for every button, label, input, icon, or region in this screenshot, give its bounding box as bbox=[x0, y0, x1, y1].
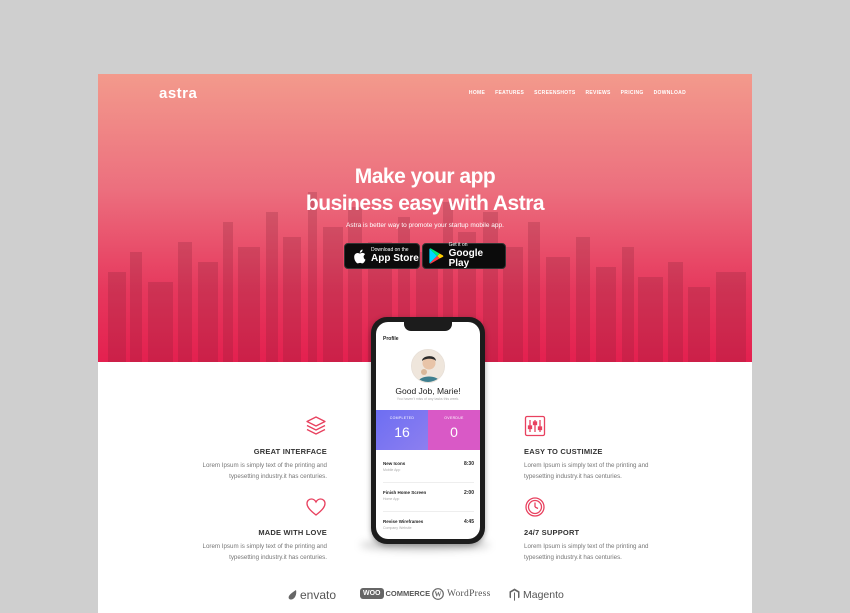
magento-m-icon bbox=[509, 588, 520, 601]
sliders-icon bbox=[524, 415, 546, 437]
feature-description: Lorem Ipsum is simply text of the printi… bbox=[202, 543, 328, 550]
nav-item-screenshots[interactable]: SCREENSHOTS bbox=[534, 90, 575, 96]
clock-icon bbox=[524, 496, 546, 518]
commerce-wordmark: COMMERCE bbox=[385, 589, 431, 598]
overdue-stat-card[interactable]: OVERDUE 0 bbox=[428, 410, 480, 450]
task-name: Revise Wireframes bbox=[383, 519, 424, 524]
task-time: 4:45 bbox=[463, 519, 474, 525]
google-play-label: Google Play bbox=[448, 248, 484, 269]
phone-mockup: Profile Good Job, Marie! You haven't mis… bbox=[371, 317, 485, 544]
feature-description: typesetting industry.it has centuries. bbox=[229, 473, 327, 480]
wordpress-wordmark: WordPress bbox=[447, 589, 491, 599]
google-play-button[interactable]: Get it on Google Play bbox=[422, 243, 506, 269]
main-nav: HOME FEATURES SCREENSHOTS REVIEWS PRICIN… bbox=[469, 90, 686, 96]
nav-item-download[interactable]: DOWNLOAD bbox=[654, 90, 686, 96]
woo-badge: WOO bbox=[360, 588, 384, 599]
nav-item-pricing[interactable]: PRICING bbox=[621, 90, 644, 96]
apple-icon bbox=[351, 248, 367, 264]
stat-label: OVERDUE bbox=[444, 416, 464, 420]
page-frame: astra HOME FEATURES SCREENSHOTS REVIEWS … bbox=[98, 74, 752, 613]
woocommerce-logo: WOO COMMERCE bbox=[360, 588, 430, 599]
greeting-title: Good Job, Marie! bbox=[395, 386, 461, 396]
heart-icon bbox=[305, 496, 327, 518]
feature-title: MADE WITH LOVE bbox=[258, 528, 327, 537]
feature-title: GREAT INTERFACE bbox=[253, 447, 327, 456]
stat-value: 16 bbox=[394, 424, 410, 440]
layers-icon bbox=[305, 415, 327, 437]
completed-stat-card[interactable]: COMPLETED 16 bbox=[376, 410, 428, 450]
nav-item-home[interactable]: HOME bbox=[469, 90, 485, 96]
hero-headline-line1: Make your app bbox=[354, 165, 496, 188]
feature-description: typesetting industry.it has centuries. bbox=[524, 554, 622, 561]
feature-title: EASY TO CUSTIMIZE bbox=[524, 447, 603, 456]
task-time: 8:30 bbox=[463, 461, 474, 467]
envato-logo: envato bbox=[288, 588, 336, 602]
task-name: New Icons bbox=[383, 461, 406, 466]
nav-item-reviews[interactable]: REVIEWS bbox=[585, 90, 610, 96]
google-play-icon bbox=[429, 248, 445, 264]
nav-item-features[interactable]: FEATURES bbox=[495, 90, 524, 96]
feature-description: Lorem Ipsum is simply text of the printi… bbox=[524, 462, 649, 469]
task-time: 2:00 bbox=[463, 490, 474, 496]
magento-wordmark: Magento bbox=[523, 588, 564, 601]
magento-logo: Magento bbox=[509, 588, 564, 601]
task-category: Home App bbox=[383, 497, 400, 501]
phone-screen: Profile Good Job, Marie! You haven't mis… bbox=[376, 322, 480, 539]
app-store-button[interactable]: Download on the App Store bbox=[344, 243, 420, 269]
feature-title: 24/7 SUPPORT bbox=[524, 528, 580, 537]
task-category: Company Website bbox=[383, 526, 412, 530]
wordpress-w-icon: W bbox=[432, 588, 444, 600]
feature-description: typesetting industry.it has centuries. bbox=[524, 473, 622, 480]
svg-text:W: W bbox=[435, 591, 442, 599]
envato-leaf-icon bbox=[288, 590, 297, 600]
profile-title: Profile bbox=[383, 336, 399, 342]
task-category: Mobile App bbox=[383, 468, 401, 472]
envato-wordmark: envato bbox=[300, 588, 337, 602]
wordpress-logo: W WordPress bbox=[432, 588, 491, 600]
task-list-item[interactable]: Finish Home Screen Home App 2:00 bbox=[383, 485, 474, 512]
avatar bbox=[411, 349, 445, 383]
hero-headline-line2: business easy with Astra bbox=[305, 192, 545, 215]
stat-value: 0 bbox=[450, 424, 458, 440]
feature-description: Lorem Ipsum is simply text of the printi… bbox=[202, 462, 328, 469]
task-name: Finish Home Screen bbox=[383, 490, 427, 495]
feature-description: typesetting industry.it has centuries. bbox=[229, 554, 327, 561]
app-store-label: App Store bbox=[371, 253, 419, 264]
feature-description: Lorem Ipsum is simply text of the printi… bbox=[524, 543, 649, 550]
stat-label: COMPLETED bbox=[389, 416, 415, 420]
greeting-subtitle: You haven't miss of any tasks this week. bbox=[396, 397, 460, 401]
phone-notch bbox=[404, 322, 452, 331]
brand-logo[interactable]: astra bbox=[159, 85, 197, 102]
task-list-item[interactable]: New Icons Mobile App 8:30 bbox=[383, 456, 474, 483]
task-list-item[interactable]: Revise Wireframes Company Website 4:45 bbox=[383, 514, 474, 539]
hero-subtitle: Astra is better way to promote your star… bbox=[346, 222, 504, 229]
